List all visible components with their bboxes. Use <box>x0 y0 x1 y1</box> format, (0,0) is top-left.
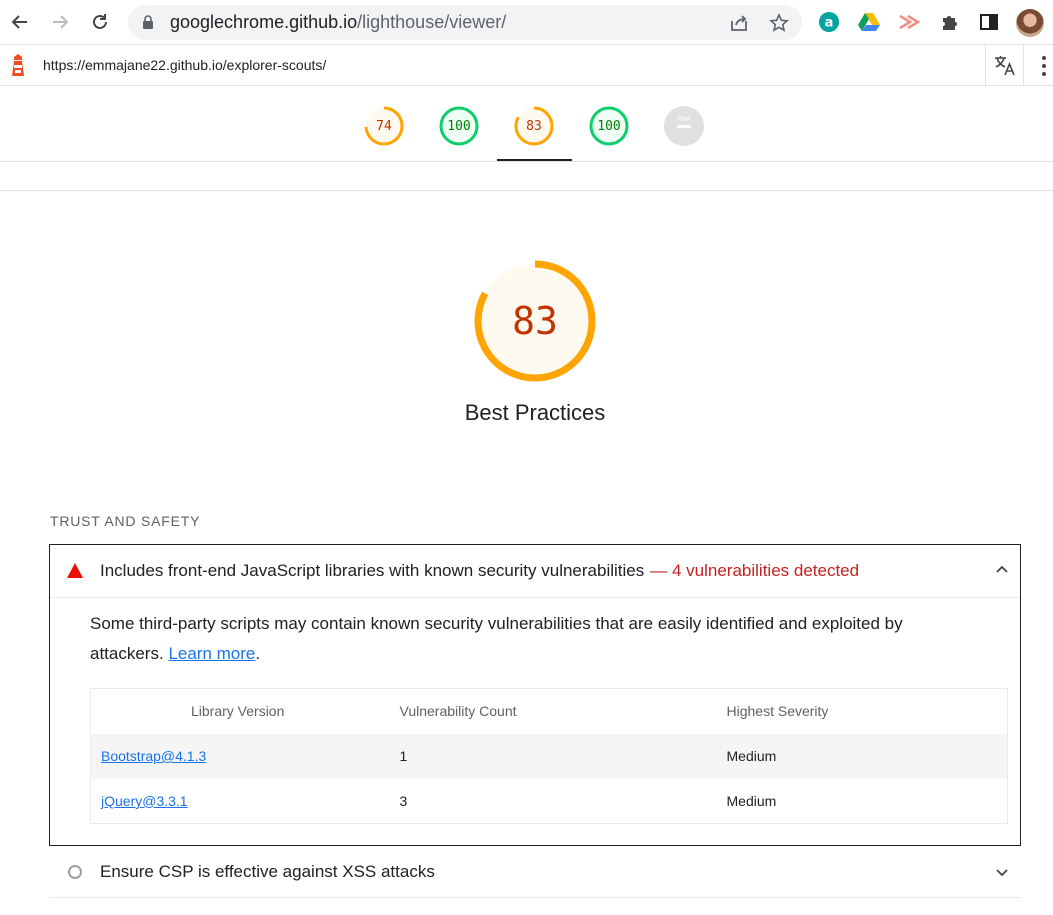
table-row: jQuery@3.3.1 3 Medium <box>91 779 1008 824</box>
audit-title: Ensure CSP is effective against XSS atta… <box>100 862 435 881</box>
forward-button[interactable] <box>47 9 73 35</box>
more-menu-button[interactable] <box>1036 54 1052 78</box>
side-panel-icon[interactable] <box>978 11 1000 33</box>
active-gauge-indicator <box>497 159 572 161</box>
arrow-right-icon <box>53 15 69 29</box>
learn-more-link[interactable]: Learn more <box>168 644 255 663</box>
address-url: googlechrome.github.io/lighthouse/viewer… <box>170 12 507 32</box>
svg-text:a: a <box>825 16 834 31</box>
audit-js-vulnerabilities: Includes front-end JavaScript libraries … <box>49 544 1021 846</box>
column-header: Highest Severity <box>726 703 829 720</box>
gauge-score: 100 <box>447 118 471 134</box>
gauge-seo[interactable]: 100 <box>589 106 629 146</box>
gauge-performance[interactable]: 74 <box>364 106 404 146</box>
audit-header[interactable]: Includes front-end JavaScript libraries … <box>50 545 1020 598</box>
category-gauge: 83 <box>474 260 596 382</box>
gauge-accessibility[interactable]: 100 <box>439 106 479 146</box>
arrow-left-icon <box>11 15 27 29</box>
sticky-gauge-header: 74 100 83 100 PWA <box>0 86 1053 162</box>
cast-extension-icon[interactable] <box>898 11 920 33</box>
reload-button[interactable] <box>87 9 113 35</box>
profile-avatar[interactable] <box>1016 9 1044 37</box>
vulnerability-count: 3 <box>399 792 408 809</box>
lighthouse-logo-icon <box>12 54 24 76</box>
extension-a-icon[interactable]: a <box>818 11 840 33</box>
reload-icon <box>93 14 107 29</box>
tested-url[interactable]: https://emmajane22.github.io/explorer-sc… <box>43 57 326 73</box>
back-button[interactable] <box>7 9 33 35</box>
fail-triangle-icon <box>67 563 83 578</box>
audit-csp-xss[interactable]: Ensure CSP is effective against XSS atta… <box>49 846 1021 898</box>
lock-icon <box>143 15 153 29</box>
gauge-pwa[interactable]: PWA <box>664 106 704 146</box>
pwa-badge-icon: PWA <box>664 106 704 146</box>
audit-display-value: — 4 vulnerabilities detected <box>650 561 860 580</box>
extensions-puzzle-icon[interactable] <box>938 11 960 33</box>
table-header-row: Library Version Vulnerability Count High… <box>91 689 1008 734</box>
group-title: TRUST AND SAFETY <box>50 513 201 529</box>
pwa-label: PWA <box>677 116 691 123</box>
translate-button[interactable] <box>985 45 1024 85</box>
vulnerability-count: 1 <box>399 748 408 764</box>
gauge-score: 100 <box>597 118 621 134</box>
column-header: Library Version <box>191 703 285 720</box>
informative-circle-icon <box>68 865 82 879</box>
audit-title: Includes front-end JavaScript libraries … <box>100 561 860 580</box>
table-row: Bootstrap@4.1.3 1 Medium <box>90 733 1008 779</box>
lighthouse-topbar: https://emmajane22.github.io/explorer-sc… <box>0 45 1053 86</box>
chevron-up-icon[interactable] <box>995 564 1009 574</box>
divider <box>0 190 1053 191</box>
library-link[interactable]: jQuery@3.3.1 <box>101 793 188 809</box>
category-title: Best Practices <box>464 400 606 425</box>
severity: Medium <box>726 748 777 764</box>
vulnerability-table: Library Version Vulnerability Count High… <box>90 688 1008 824</box>
severity: Medium <box>726 792 777 809</box>
google-drive-icon[interactable] <box>858 11 880 33</box>
star-icon[interactable] <box>769 13 789 33</box>
column-header: Vulnerability Count <box>399 703 517 720</box>
share-icon[interactable] <box>729 13 749 33</box>
library-link[interactable]: Bootstrap@4.1.3 <box>101 748 206 764</box>
chevron-down-icon[interactable] <box>995 868 1009 878</box>
gauge-score: 83 <box>526 118 542 134</box>
audit-description: Some third-party scripts may contain kno… <box>90 614 903 663</box>
address-bar[interactable]: googlechrome.github.io/lighthouse/viewer… <box>128 5 802 40</box>
browser-toolbar: googlechrome.github.io/lighthouse/viewer… <box>0 0 1053 45</box>
translate-icon <box>994 56 1015 76</box>
gauge-score: 74 <box>376 118 392 134</box>
category-score: 83 <box>512 299 558 343</box>
gauge-best-practices[interactable]: 83 <box>514 106 554 146</box>
